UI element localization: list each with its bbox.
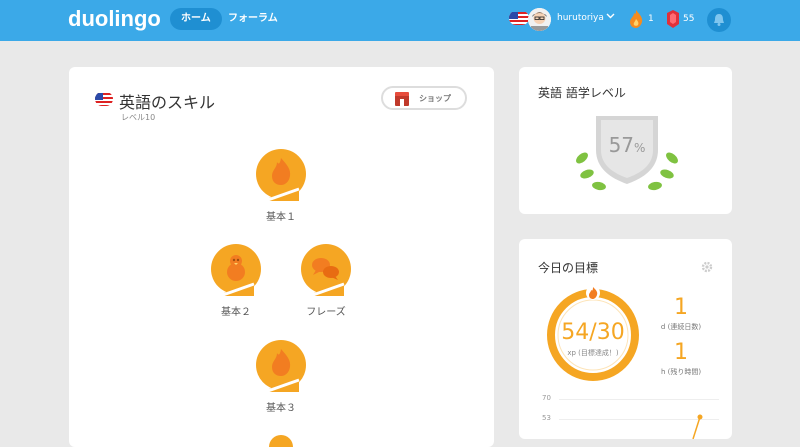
shop-button[interactable]: ショップ [381, 86, 467, 110]
skill-label: 基本２ [221, 307, 251, 318]
skill-label: 基本３ [266, 403, 296, 414]
skills-title: 英語のスキル [119, 93, 216, 112]
language-level-percent: 57 [608, 133, 635, 157]
xp-label: xp (目標達成！) [567, 349, 619, 357]
streak-days-value: 1 [674, 295, 688, 320]
daily-goal-title: 今日の目標 [538, 261, 599, 275]
hours-left-label: h (残り時間) [660, 368, 702, 376]
skill-next-partial[interactable] [269, 435, 293, 447]
flame-egg-icon [256, 149, 306, 203]
flame-egg-icon [256, 340, 306, 394]
language-level-panel: 英語 語学レベル 57% [519, 67, 732, 214]
language-level-title: 英語 語学レベル [538, 86, 626, 100]
lingot-gem-icon[interactable] [666, 9, 680, 33]
skill-kihon3[interactable]: 基本３ [251, 340, 311, 414]
chevron-down-icon[interactable] [606, 11, 615, 23]
bell-icon [714, 14, 724, 26]
top-navigation-bar: duolingo ホーム フォーラム hurutoriya 1 55 [0, 0, 800, 41]
nav-forum-tab[interactable]: フォーラム [228, 8, 278, 30]
xp-value: 54/30 [561, 320, 625, 345]
speech-bubbles-icon [301, 244, 351, 298]
language-level-percent-wrap: 57% [572, 133, 682, 157]
skills-level: レベル10 [121, 113, 156, 122]
percent-sign: % [634, 141, 646, 155]
streak-days-label: d (連続日数) [660, 323, 702, 331]
skills-panel: 英語のスキル レベル10 ショップ 基本１ 基本２ フレーズ 基本３ [69, 67, 494, 447]
us-flag-icon [95, 92, 113, 106]
gear-icon[interactable] [701, 258, 713, 277]
username[interactable]: hurutoriya [557, 13, 604, 23]
chart-tick-70: 70 [542, 394, 551, 402]
notifications-button[interactable] [707, 8, 731, 32]
skill-phrases[interactable]: フレーズ [296, 244, 356, 318]
lingot-count: 55 [683, 14, 695, 24]
hours-left-value: 1 [674, 340, 688, 365]
nav-home-tab[interactable]: ホーム [170, 8, 222, 30]
streak-flame-icon[interactable] [628, 9, 644, 33]
skill-label: フレーズ [306, 307, 346, 318]
us-flag-icon[interactable] [509, 11, 529, 25]
shop-label: ショップ [419, 94, 451, 103]
skill-label: 基本１ [266, 212, 296, 223]
streak-count: 1 [648, 14, 654, 24]
duolingo-logo[interactable]: duolingo [68, 6, 161, 32]
chart-gridline [559, 399, 719, 400]
chart-tick-53: 53 [542, 414, 551, 422]
chick-icon [211, 244, 261, 298]
user-avatar[interactable] [528, 8, 551, 31]
skill-kihon1[interactable]: 基本１ [251, 149, 311, 223]
xp-chart-line [692, 414, 703, 439]
daily-goal-panel: 今日の目標 54/30 xp (目標達成！) 1 d (連続日数) 1 h (残… [519, 239, 732, 439]
skill-kihon2[interactable]: 基本２ [206, 244, 266, 318]
shop-icon [393, 91, 411, 111]
